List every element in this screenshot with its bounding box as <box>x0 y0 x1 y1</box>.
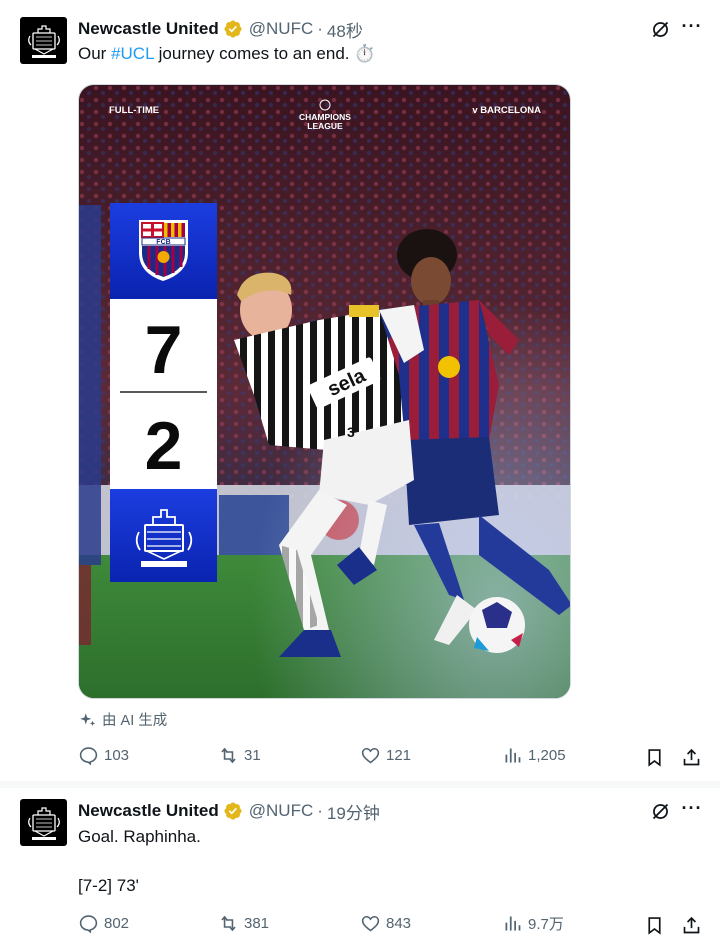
share-icon <box>683 748 699 765</box>
reply-button[interactable]: 802 <box>78 913 129 934</box>
label-full-time: FULL-TIME <box>109 105 159 116</box>
author-name[interactable]: Newcastle United <box>78 801 219 821</box>
bookmark-button[interactable] <box>642 913 666 937</box>
grok-button[interactable] <box>648 17 672 41</box>
repost-count: 381 <box>244 915 270 932</box>
tweet-2[interactable]: Newcastle United @NUFC · 19分钟 ··· Goal. … <box>0 788 720 937</box>
tweet-text-prefix: Our <box>78 44 112 63</box>
bookmark-button[interactable] <box>642 745 666 769</box>
more-icon: ··· <box>681 798 703 818</box>
scoreboard: FCB 7 2 <box>110 203 217 582</box>
like-button[interactable]: 121 <box>360 745 411 766</box>
timestamp[interactable]: 48秒 <box>327 17 363 42</box>
timestamp[interactable]: 19分钟 <box>327 799 380 824</box>
verified-icon <box>224 20 242 38</box>
match-ball <box>469 597 525 653</box>
tweet-header: Newcastle United @NUFC · 48秒 <box>78 17 363 41</box>
views-count: 9.7万 <box>528 916 564 933</box>
like-count: 121 <box>386 747 412 764</box>
sparkle-icon <box>80 712 96 726</box>
tweet-text-line-2: [7-2] 73' <box>78 876 139 895</box>
label-opponent: v BARCELONA <box>472 105 541 116</box>
reply-count: 802 <box>104 915 130 932</box>
repost-button[interactable]: 381 <box>218 913 269 934</box>
like-icon <box>361 915 380 932</box>
competition-line-2: LEAGUE <box>307 121 343 131</box>
repost-icon <box>221 915 236 932</box>
avatar[interactable] <box>20 17 67 64</box>
author-handle[interactable]: @NUFC <box>249 19 313 39</box>
more-icon: ··· <box>681 16 703 36</box>
verified-icon <box>224 802 242 820</box>
tweet-media-image[interactable]: sela 3 FULL-TIME CHAMPIONS LEAGUE v BARC… <box>78 84 571 699</box>
views-button[interactable]: 1,205 <box>502 745 566 766</box>
like-count: 843 <box>386 915 412 932</box>
nufc-crest-icon <box>27 806 60 840</box>
views-icon <box>505 916 521 931</box>
home-crest-text: FCB <box>156 239 170 246</box>
reply-count: 103 <box>104 747 130 764</box>
home-score: 7 <box>145 312 183 388</box>
tweet-text: Our #UCL journey comes to an end. ⏱️ <box>78 44 375 64</box>
match-graphic: sela 3 FULL-TIME CHAMPIONS LEAGUE v BARC… <box>79 85 570 698</box>
like-button[interactable]: 843 <box>360 913 411 934</box>
ai-generated-label[interactable]: 由 AI 生成 <box>79 709 167 730</box>
like-icon <box>361 747 380 764</box>
separator: · <box>317 19 323 38</box>
away-score: 2 <box>145 408 183 484</box>
separator: · <box>317 801 323 820</box>
repost-icon <box>221 747 236 764</box>
share-button[interactable] <box>679 745 703 769</box>
grok-icon <box>652 803 668 819</box>
author-handle[interactable]: @NUFC <box>249 801 313 821</box>
tweet-header: Newcastle United @NUFC · 19分钟 <box>78 799 380 823</box>
bookmark-icon <box>647 916 661 935</box>
views-button[interactable]: 9.7万 <box>502 913 564 934</box>
tweet-1[interactable]: Newcastle United @NUFC · 48秒 ··· Our #UC… <box>0 0 720 781</box>
share-button[interactable] <box>679 913 703 937</box>
avatar[interactable] <box>20 799 67 846</box>
grok-icon <box>652 21 668 37</box>
views-count: 1,205 <box>528 747 566 764</box>
more-button[interactable]: ··· <box>680 799 704 823</box>
bookmark-icon <box>647 748 661 767</box>
more-button[interactable]: ··· <box>680 17 704 41</box>
ai-generated-text: 由 AI 生成 <box>102 713 168 729</box>
nufc-crest-icon <box>27 24 60 58</box>
repost-button[interactable]: 31 <box>218 745 261 766</box>
tweet-text-line-1: Goal. Raphinha. <box>78 827 201 846</box>
grok-button[interactable] <box>648 799 672 823</box>
share-icon <box>683 916 699 933</box>
reply-icon <box>79 915 98 934</box>
hashtag-link[interactable]: #UCL <box>111 44 154 63</box>
author-name[interactable]: Newcastle United <box>78 19 219 39</box>
shirt-number-text: 3 <box>347 424 355 440</box>
tweet-text-suffix: journey comes to an end. ⏱️ <box>153 44 376 63</box>
repost-count: 31 <box>244 747 261 764</box>
views-icon <box>505 748 521 763</box>
reply-button[interactable]: 103 <box>78 745 129 766</box>
reply-icon <box>79 747 98 766</box>
